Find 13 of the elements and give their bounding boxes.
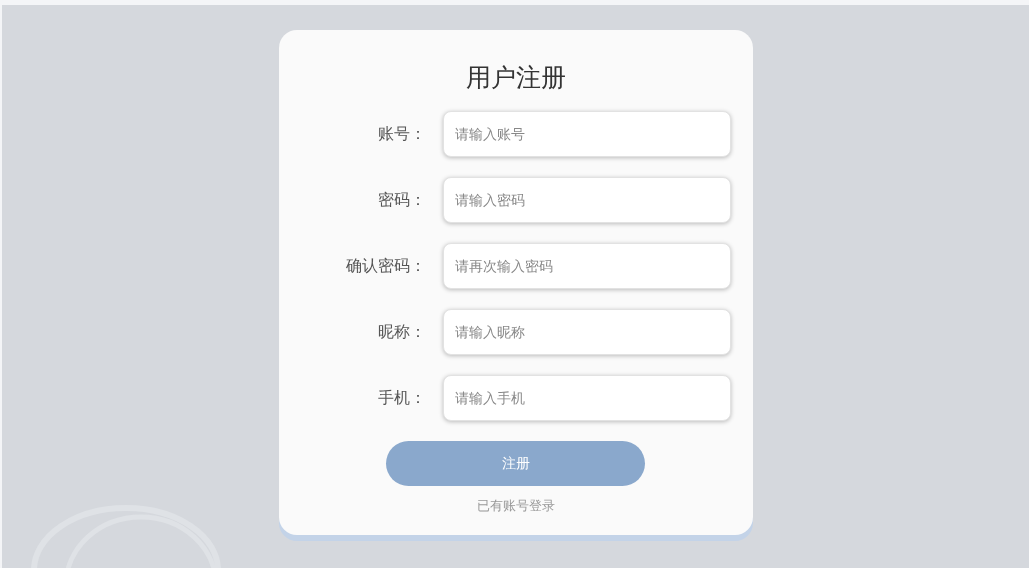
field-label: 账号：: [376, 123, 427, 145]
field-label: 昵称：: [376, 321, 427, 343]
login-link[interactable]: 已有账号登录: [476, 496, 555, 516]
field-label: 密码：: [376, 189, 427, 211]
field-label: 手机：: [376, 387, 427, 409]
input-field[interactable]: 请再次输入密码: [442, 243, 731, 289]
form-title: 用户注册: [465, 62, 566, 94]
input-field[interactable]: 请输入密码: [442, 177, 731, 223]
input-field[interactable]: 请输入账号: [442, 111, 731, 157]
input-field[interactable]: 请输入昵称: [442, 309, 731, 355]
register-button[interactable]: 注册: [386, 441, 645, 486]
field-label: 确认密码：: [344, 255, 427, 277]
input-field[interactable]: 请输入手机: [442, 375, 731, 421]
